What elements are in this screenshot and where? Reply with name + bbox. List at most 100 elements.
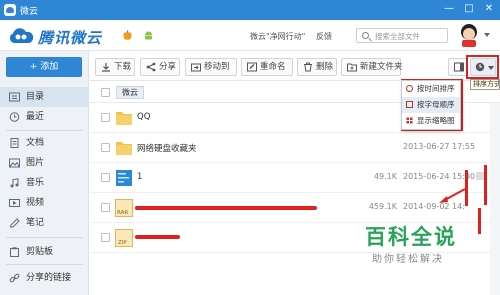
sidebar-item-images[interactable]: 图片 bbox=[0, 153, 89, 173]
image-icon bbox=[9, 158, 20, 168]
new-folder-button[interactable]: 新建文件夹 bbox=[341, 58, 403, 76]
apple-icon[interactable] bbox=[122, 30, 133, 41]
sidebar-item-directory[interactable]: 目录 bbox=[0, 87, 89, 107]
sidebar-item-notes[interactable]: 笔记 bbox=[0, 213, 89, 233]
new-folder-icon bbox=[347, 63, 357, 72]
title-bar: 微云 — □ ✕ bbox=[0, 0, 500, 20]
table-row[interactable]: 网络硬盘收藏夹 2013-06-27 17:55 bbox=[90, 133, 500, 163]
rename-label: 重命名 bbox=[260, 62, 286, 72]
download-label: 下载 bbox=[114, 62, 132, 72]
window-title: 微云 bbox=[20, 7, 39, 17]
sidebar-item-shared-links[interactable]: 分享的链接 bbox=[0, 268, 89, 288]
sidebar-item-label: 文档 bbox=[26, 138, 45, 148]
row-checkbox[interactable] bbox=[101, 233, 110, 242]
row-checkbox[interactable] bbox=[101, 203, 110, 212]
rar-label: RAR bbox=[117, 210, 129, 216]
file-size: 49.1K bbox=[373, 172, 397, 181]
zip-label: ZIP bbox=[118, 240, 127, 246]
maximize-button[interactable]: □ bbox=[462, 2, 476, 16]
file-size: 459.1K bbox=[368, 202, 397, 211]
delete-icon bbox=[304, 62, 312, 72]
sort-tooltip: 排序方式 bbox=[470, 79, 500, 90]
sidebar-item-label: 视频 bbox=[26, 198, 45, 208]
watermark-subtitle: 助你轻松解决 bbox=[372, 254, 444, 265]
sidebar-item-label: 音乐 bbox=[26, 178, 45, 188]
folder-icon bbox=[116, 142, 132, 155]
minimize-button[interactable]: — bbox=[442, 2, 456, 16]
share-label: 分享 bbox=[159, 62, 177, 72]
feedback-link[interactable]: 反馈 bbox=[316, 31, 332, 42]
download-button[interactable]: 下载 bbox=[95, 58, 135, 76]
search-box[interactable]: 搜索全部文件 bbox=[356, 28, 448, 43]
row-action-icon[interactable] bbox=[476, 172, 484, 180]
file-name[interactable]: 网络硬盘收藏夹 bbox=[137, 142, 197, 154]
move-to-label: 移动到 bbox=[204, 62, 230, 72]
annotation-arrow bbox=[439, 188, 466, 203]
file-name[interactable]: QQ bbox=[137, 112, 150, 122]
sidebar-item-documents[interactable]: 文档 bbox=[0, 133, 89, 153]
annotation-mark bbox=[478, 208, 481, 234]
rename-button[interactable]: 重命名 bbox=[241, 58, 293, 76]
zip-file-icon: ZIP bbox=[115, 229, 133, 247]
folder-icon bbox=[9, 92, 20, 102]
close-button[interactable]: ✕ bbox=[482, 2, 496, 16]
avatar[interactable] bbox=[458, 23, 480, 47]
clock-icon bbox=[9, 112, 20, 122]
watermark-title: 百科全说 bbox=[365, 225, 457, 249]
select-all-checkbox[interactable] bbox=[101, 88, 110, 97]
alpha-sort-icon bbox=[406, 101, 413, 108]
menu-item-show-thumbnails[interactable]: 显示缩略图 bbox=[402, 113, 460, 129]
row-checkbox[interactable] bbox=[101, 113, 110, 122]
row-checkbox[interactable] bbox=[101, 173, 110, 182]
link-icon bbox=[9, 273, 20, 283]
sidebar-item-label: 图片 bbox=[26, 158, 45, 168]
sidebar-item-music[interactable]: 音乐 bbox=[0, 173, 89, 193]
sidebar-item-clipboard[interactable]: 剪贴板 bbox=[0, 242, 89, 262]
sidebar-item-label: 笔记 bbox=[26, 218, 45, 228]
rar-file-icon: RAR bbox=[115, 199, 133, 217]
menu-item-label: 按字母顺序 bbox=[417, 100, 455, 109]
sidebar-item-videos[interactable]: 视频 bbox=[0, 193, 89, 213]
clean-net-link[interactable]: 微云"净网行动" bbox=[250, 31, 305, 42]
time-sort-icon bbox=[406, 85, 413, 92]
sidebar-item-recent[interactable]: 最近 bbox=[0, 107, 89, 127]
sidebar-item-label: 目录 bbox=[26, 92, 45, 102]
note-icon bbox=[9, 218, 20, 228]
document-icon bbox=[10, 138, 19, 148]
logo-text: 腾讯微云 bbox=[38, 29, 103, 47]
download-icon bbox=[102, 63, 110, 72]
clipboard-icon bbox=[10, 247, 19, 257]
add-button[interactable]: + 添加 bbox=[6, 57, 82, 77]
redacted-file-name bbox=[135, 206, 317, 210]
move-to-button[interactable]: 移动到 bbox=[185, 58, 237, 76]
breadcrumb[interactable]: 微云 bbox=[116, 86, 144, 99]
annotation-mark bbox=[484, 165, 487, 205]
video-icon bbox=[9, 199, 20, 207]
share-button[interactable]: 分享 bbox=[140, 58, 180, 76]
thumbnail-icon bbox=[406, 117, 413, 124]
file-name[interactable]: 1 bbox=[137, 172, 142, 182]
app-icon bbox=[4, 4, 16, 16]
sidebar-item-label: 最近 bbox=[26, 112, 45, 122]
sidebar-divider bbox=[6, 237, 83, 238]
list-view-button[interactable] bbox=[448, 58, 468, 76]
panel-icon bbox=[454, 62, 464, 72]
new-folder-label: 新建文件夹 bbox=[360, 62, 403, 72]
sort-button-highlight bbox=[466, 55, 499, 79]
search-placeholder: 搜索全部文件 bbox=[375, 32, 420, 41]
menu-item-label: 按时间排序 bbox=[417, 84, 455, 93]
sidebar-item-label: 分享的链接 bbox=[26, 273, 72, 283]
menu-item-sort-by-time[interactable]: 按时间排序 bbox=[402, 81, 460, 97]
file-date: 2013-06-27 17:55 bbox=[403, 142, 476, 151]
move-icon bbox=[191, 63, 201, 72]
vertical-scrollbar[interactable] bbox=[490, 103, 500, 295]
share-icon bbox=[146, 62, 156, 72]
folder-icon bbox=[116, 112, 132, 125]
menu-item-sort-alphabetical[interactable]: 按字母顺序 bbox=[402, 97, 460, 113]
rename-icon bbox=[247, 62, 257, 72]
delete-button[interactable]: 删除 bbox=[297, 58, 337, 76]
sidebar-divider bbox=[6, 130, 83, 131]
row-checkbox[interactable] bbox=[101, 143, 110, 152]
android-icon[interactable] bbox=[143, 30, 154, 41]
account-chevron-down-icon[interactable] bbox=[484, 33, 490, 37]
